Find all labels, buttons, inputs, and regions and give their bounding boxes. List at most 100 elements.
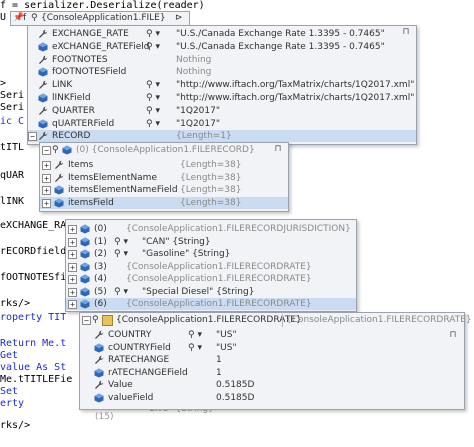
- datatip-row[interactable]: rATECHANGEField 1: [80, 367, 464, 379]
- pin-icon[interactable]: ⊓: [271, 144, 285, 155]
- member-value: 1: [216, 367, 222, 378]
- field-icon: [94, 368, 104, 378]
- member-name: ItemsElementName: [68, 172, 157, 183]
- datatip-header[interactable]: − ⚲ (0) {ConsoleApplication1.FILERECORD}: [40, 144, 288, 157]
- member-value: "US": [216, 342, 237, 353]
- expand-toggle[interactable]: +: [42, 173, 51, 183]
- variable-chip[interactable]: 📌 f ⚲ {ConsoleApplication1.FILE} ⊳: [10, 11, 190, 26]
- magnifier-dropdown-icon[interactable]: ⚲: [52, 144, 59, 157]
- wrench-icon: [94, 380, 104, 390]
- datatip-row[interactable]: COUNTRY ⚲ ▾ "US": [80, 329, 464, 341]
- datatip-row[interactable]: LINK ⚲ ▾ "http://www.iftach.org/TaxMatrix/…: [28, 79, 416, 91]
- code-line: Me.tTITLEFie: [0, 374, 73, 385]
- expand-toggle[interactable]: +: [42, 161, 51, 170]
- code-line: tITL: [0, 142, 25, 153]
- datatip-record: − ⚲ (0) {ConsoleApplication1.FILERECORD} + I…: [39, 142, 289, 212]
- expand-toggle[interactable]: +: [68, 262, 77, 272]
- member-name: (4): [94, 274, 107, 284]
- member-name: (1): [94, 236, 107, 247]
- magnifier-dropdown-icon[interactable]: ⚲ ▾: [188, 329, 202, 341]
- datatip-row[interactable]: + (2) ⚲ ▾ "Gasoline" {String}: [66, 248, 356, 260]
- expand-toggle[interactable]: +: [68, 287, 77, 297]
- code-line: >: [0, 78, 7, 89]
- datatip-row[interactable]: + (3) {ConsoleApplication1.FILERECORDRATE}: [66, 261, 356, 273]
- datatip-row[interactable]: + (4) {ConsoleApplication1.FILERECORDRATE}: [66, 273, 356, 285]
- code-line: erty: [0, 398, 25, 409]
- datatip-row[interactable]: valueField 0.5185D: [80, 392, 464, 404]
- datatip-row[interactable]: lINKField ⚲ ▾ "http://www.iftach.org/TaxMa…: [28, 92, 416, 104]
- expand-toggle[interactable]: +: [68, 300, 77, 309]
- field-icon: [80, 299, 90, 309]
- datatip-row[interactable]: + (0) {ConsoleApplication1.FILERECORDJURIS…: [66, 223, 356, 235]
- expand-arrow-icon[interactable]: ⊳: [175, 12, 183, 25]
- datatip-row[interactable]: FOOTNOTES Nothing: [28, 54, 416, 66]
- member-value: {ConsoleApplication1.FILERECORDJURISDICT…: [126, 224, 351, 234]
- expand-toggle[interactable]: +: [68, 250, 77, 259]
- magnifier-dropdown-icon[interactable]: ⚲ ▾: [114, 248, 128, 260]
- datatip-row[interactable]: + (5) ⚲ ▾ "Special Diesel" {String}: [66, 286, 356, 298]
- member-value: "http://www.iftach.org/TaxMatrix/charts/…: [176, 93, 415, 103]
- magnifier-dropdown-icon[interactable]: ⚲ ▾: [146, 79, 160, 91]
- expand-toggle[interactable]: +: [42, 186, 51, 195]
- pin-icon[interactable]: ⊓: [399, 27, 413, 38]
- datatip-row[interactable]: − RECORD {Length=1}: [28, 130, 416, 143]
- expand-toggle[interactable]: −: [28, 132, 37, 142]
- datatip-row[interactable]: Value 0.5185D: [80, 379, 464, 391]
- member-value: Nothing: [176, 54, 212, 65]
- wrench-icon: [94, 330, 104, 340]
- datatip-row[interactable]: fOOTNOTESField Nothing: [28, 66, 416, 78]
- code-line: rks/>: [0, 420, 31, 431]
- datatip-row[interactable]: + itemsField {Length=38}: [40, 196, 288, 209]
- magnifier-dropdown-icon[interactable]: ⚲ ▾: [146, 92, 160, 104]
- magnifier-icon[interactable]: ⚲: [31, 12, 38, 25]
- expand-toggle[interactable]: +: [68, 275, 77, 284]
- member-name: (3): [94, 261, 107, 272]
- member-name: (2): [94, 249, 107, 259]
- magnifier-dropdown-icon[interactable]: ⚲ ▾: [114, 236, 128, 248]
- member-name: FOOTNOTES: [52, 54, 108, 65]
- magnifier-dropdown-icon[interactable]: ⚲: [92, 314, 99, 327]
- datatip-row[interactable]: eXCHANGE_RATEField ⚲ ▾ "U.S./Canada Exchan…: [28, 41, 416, 53]
- code-line: Set: [0, 386, 19, 397]
- magnifier-dropdown-icon[interactable]: ⚲ ▾: [146, 28, 160, 40]
- expand-toggle[interactable]: +: [42, 198, 51, 208]
- expand-toggle[interactable]: +: [68, 237, 77, 247]
- magnifier-dropdown-icon[interactable]: ⚲ ▾: [146, 118, 160, 130]
- field-icon: [94, 343, 104, 353]
- datatip-row[interactable]: cOUNTRYField ⚲ ▾ "US": [80, 342, 464, 354]
- member-name: rATECHANGEField: [108, 367, 188, 378]
- magnifier-dropdown-icon[interactable]: ⚲ ▾: [146, 105, 160, 117]
- code-line: Get: [0, 350, 19, 361]
- datatip-row[interactable]: + Items {Length=38}: [40, 159, 288, 171]
- datatip-row[interactable]: EXCHANGE_RATE ⚲ ▾ "U.S./Canada Exchange Ra…: [28, 28, 416, 40]
- expand-toggle[interactable]: +: [68, 225, 77, 234]
- datatip-row[interactable]: qUARTERField ⚲ ▾ "1Q2017": [28, 118, 416, 130]
- file-object-label: {ConsoleApplication1.FILE}: [41, 13, 166, 23]
- magnifier-dropdown-icon[interactable]: ⚲ ▾: [146, 41, 160, 53]
- expand-toggle[interactable]: −: [42, 146, 51, 155]
- code-line: eXCHANGE_RA: [0, 220, 67, 231]
- member-value: 0.5185D: [216, 393, 255, 403]
- variable-name: f: [23, 13, 27, 23]
- datatip-row[interactable]: + (6) {ConsoleApplication1.FILERECORDRATE}: [66, 298, 356, 310]
- expand-toggle[interactable]: −: [82, 316, 91, 325]
- datatip-row[interactable]: + ItemsElementName {Length=38}: [40, 172, 288, 184]
- datatip-row[interactable]: RATECHANGE 1: [80, 354, 464, 366]
- code-line: ic C: [0, 116, 25, 127]
- wrench-icon: [38, 131, 48, 141]
- datatip-header[interactable]: − ⚲ {ConsoleApplication1.FILERECORDRATE} {C…: [80, 314, 472, 327]
- datatip-row[interactable]: + itemsElementNameField {Length=38}: [40, 184, 288, 196]
- member-name: itemsElementNameField: [68, 185, 178, 195]
- datatip-row[interactable]: QUARTER ⚲ ▾ "1Q2017": [28, 105, 416, 117]
- member-value: "1Q2017": [176, 118, 220, 129]
- wrench-icon: [38, 106, 48, 116]
- member-value: 1: [216, 355, 222, 366]
- member-value: "CAN" {String}: [142, 236, 211, 247]
- datatip-row[interactable]: + (1) ⚲ ▾ "CAN" {String}: [66, 236, 356, 248]
- code-line: rks/>: [0, 298, 31, 309]
- code-line: lINK: [0, 196, 25, 207]
- magnifier-dropdown-icon[interactable]: ⚲ ▾: [114, 286, 128, 298]
- pin-icon[interactable]: ⊓: [446, 330, 460, 341]
- magnifier-dropdown-icon[interactable]: ⚲ ▾: [188, 342, 202, 354]
- member-name: RATECHANGE: [108, 355, 170, 366]
